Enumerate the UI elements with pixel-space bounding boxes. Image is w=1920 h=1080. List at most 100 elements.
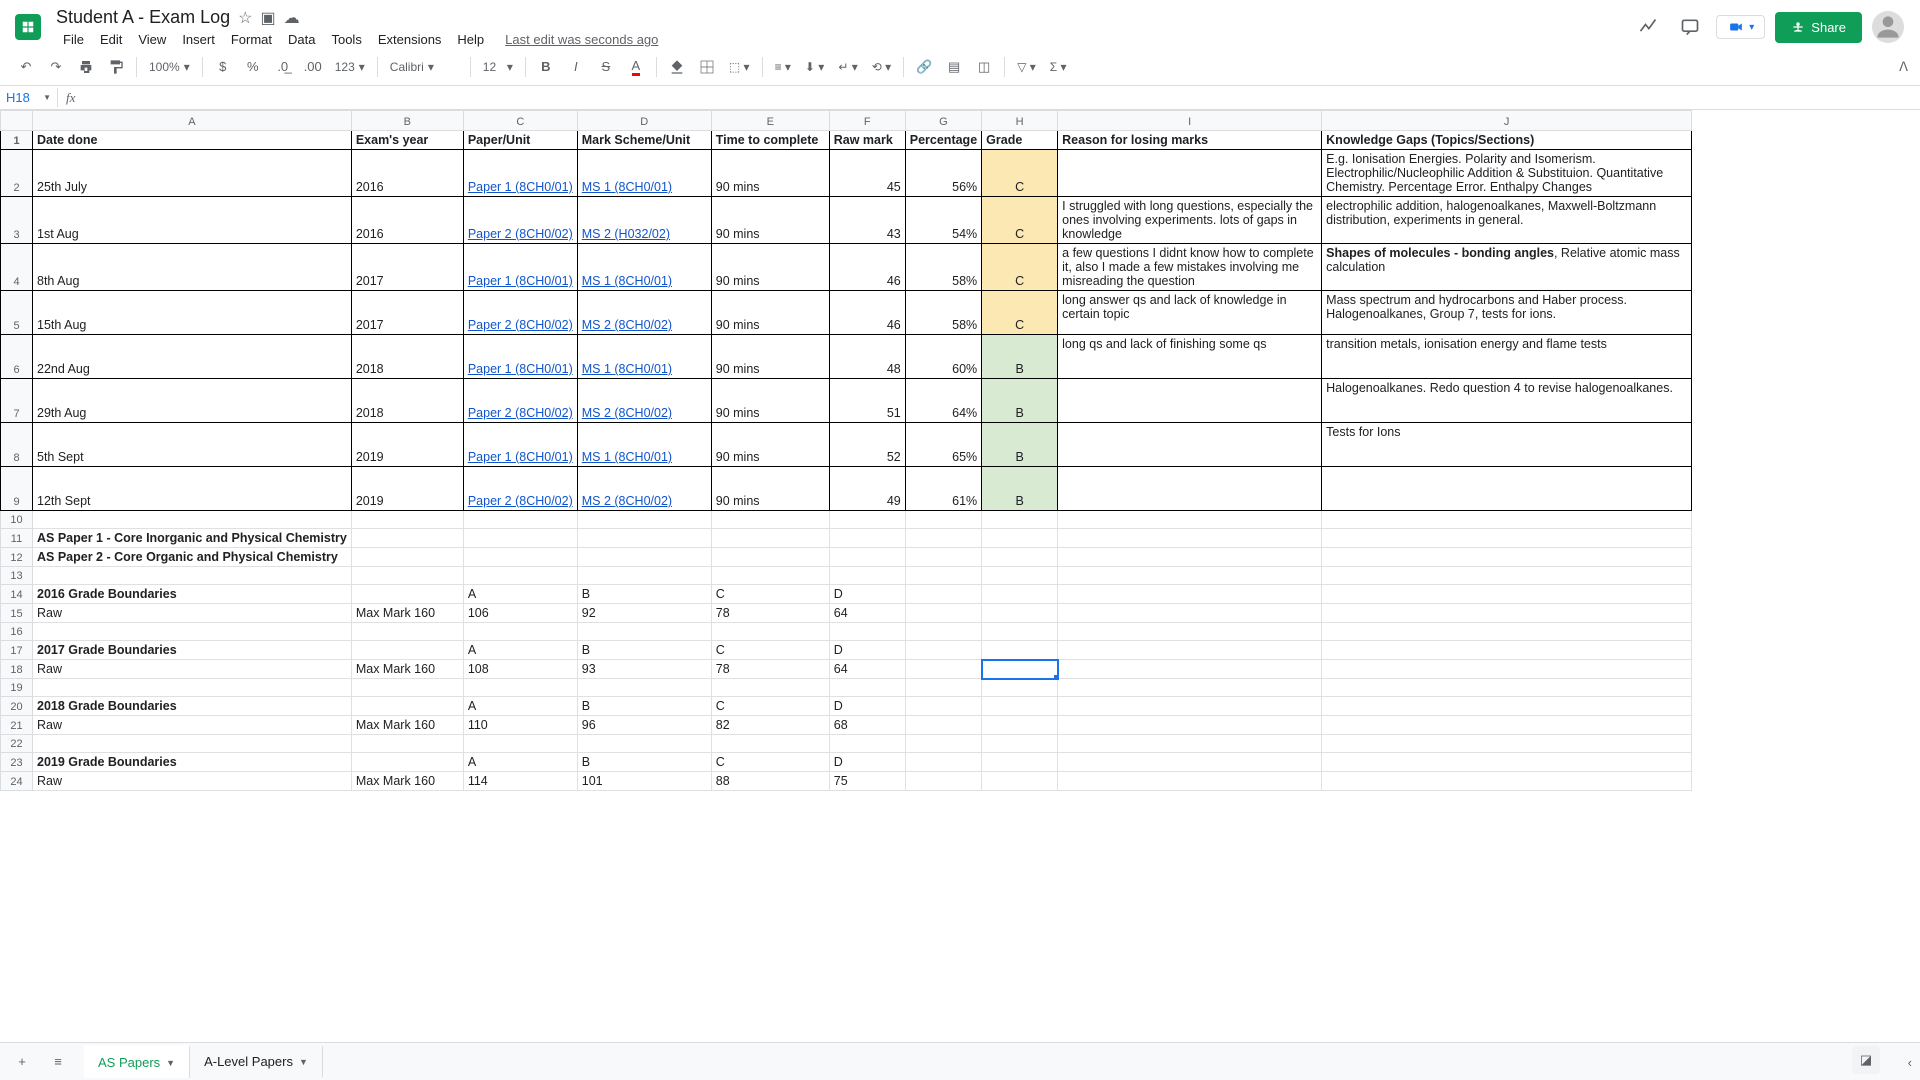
cell[interactable]: D xyxy=(829,641,905,660)
paper-link[interactable]: Paper 1 (8CH0/01) xyxy=(468,362,573,376)
cell[interactable]: Exam's year xyxy=(351,131,463,150)
merge-button[interactable]: ⬚ ▾ xyxy=(723,58,756,76)
row-header[interactable]: 19 xyxy=(1,679,33,697)
cell[interactable] xyxy=(1058,150,1322,197)
cell[interactable]: D xyxy=(829,753,905,772)
cell[interactable]: C xyxy=(982,291,1058,335)
cell[interactable]: A xyxy=(463,641,577,660)
cell[interactable]: MS 1 (8CH0/01) xyxy=(577,150,711,197)
row-header[interactable]: 13 xyxy=(1,567,33,585)
side-panel-toggle[interactable]: ‹ xyxy=(1908,1055,1912,1070)
row-header[interactable]: 4 xyxy=(1,244,33,291)
cloud-icon[interactable]: ☁ xyxy=(284,8,300,28)
cell[interactable]: MS 2 (8CH0/02) xyxy=(577,467,711,511)
cell[interactable]: B xyxy=(577,585,711,604)
cell[interactable]: 90 mins xyxy=(711,379,829,423)
cell[interactable]: Max Mark 160 xyxy=(351,716,463,735)
cell[interactable]: 2018 Grade Boundaries xyxy=(33,697,352,716)
cell[interactable]: Halogenoalkanes. Redo question 4 to revi… xyxy=(1322,379,1692,423)
text-color-button[interactable]: A xyxy=(622,53,650,81)
document-title[interactable]: Student A - Exam Log xyxy=(56,7,230,28)
ms-link[interactable]: MS 1 (8CH0/01) xyxy=(582,180,672,194)
cell[interactable]: 64% xyxy=(905,379,981,423)
cell[interactable]: 43 xyxy=(829,197,905,244)
cell[interactable]: 75 xyxy=(829,772,905,791)
row-header[interactable]: 2 xyxy=(1,150,33,197)
menu-extensions[interactable]: Extensions xyxy=(371,30,449,49)
cell[interactable]: 64 xyxy=(829,604,905,623)
name-box[interactable]: H18▼ xyxy=(0,88,58,107)
paper-link[interactable]: Paper 2 (8CH0/02) xyxy=(468,227,573,241)
col-header-c[interactable]: C xyxy=(463,111,577,131)
row-header[interactable]: 12 xyxy=(1,548,33,567)
cell[interactable]: 90 mins xyxy=(711,197,829,244)
cell[interactable]: B xyxy=(577,697,711,716)
cell[interactable]: B xyxy=(577,641,711,660)
cell[interactable]: A xyxy=(463,697,577,716)
cell[interactable]: 29th Aug xyxy=(33,379,352,423)
cell[interactable]: 48 xyxy=(829,335,905,379)
paper-link[interactable]: Paper 2 (8CH0/02) xyxy=(468,318,573,332)
cell[interactable]: C xyxy=(711,585,829,604)
filter-button[interactable]: ▽ ▾ xyxy=(1011,58,1042,76)
strike-button[interactable]: S xyxy=(592,53,620,81)
col-header-e[interactable]: E xyxy=(711,111,829,131)
row-header[interactable]: 11 xyxy=(1,529,33,548)
cell[interactable]: 2016 xyxy=(351,150,463,197)
formula-input[interactable] xyxy=(83,88,1920,107)
cell[interactable]: transition metals, ionisation energy and… xyxy=(1322,335,1692,379)
cell[interactable]: Raw mark xyxy=(829,131,905,150)
cell[interactable]: 56% xyxy=(905,150,981,197)
dec-decrease-button[interactable]: .0̲ xyxy=(269,53,297,81)
cell[interactable]: 78 xyxy=(711,604,829,623)
menu-file[interactable]: File xyxy=(56,30,91,49)
cell[interactable]: 93 xyxy=(577,660,711,679)
format-select[interactable]: 123▾ xyxy=(329,58,371,76)
cell[interactable]: 78 xyxy=(711,660,829,679)
zoom-select[interactable]: 100% ▾ xyxy=(143,58,196,76)
menu-format[interactable]: Format xyxy=(224,30,279,49)
collapse-toolbar-icon[interactable]: ᐱ xyxy=(1899,59,1908,75)
col-header-f[interactable]: F xyxy=(829,111,905,131)
rotate-button[interactable]: ⟲ ▾ xyxy=(866,58,897,76)
comments-icon[interactable] xyxy=(1674,11,1706,43)
cell[interactable]: Percentage xyxy=(905,131,981,150)
cell[interactable]: 45 xyxy=(829,150,905,197)
cell[interactable]: E.g. Ionisation Energies. Polarity and I… xyxy=(1322,150,1692,197)
borders-button[interactable] xyxy=(693,53,721,81)
cell[interactable] xyxy=(1058,467,1322,511)
col-header-g[interactable]: G xyxy=(905,111,981,131)
row-header[interactable]: 23 xyxy=(1,753,33,772)
cell[interactable]: Mass spectrum and hydrocarbons and Haber… xyxy=(1322,291,1692,335)
cell[interactable]: 108 xyxy=(463,660,577,679)
cell[interactable]: B xyxy=(982,423,1058,467)
cell[interactable]: 52 xyxy=(829,423,905,467)
account-avatar[interactable] xyxy=(1872,11,1904,43)
cell[interactable]: Tests for Ions xyxy=(1322,423,1692,467)
cell[interactable]: 88 xyxy=(711,772,829,791)
paper-link[interactable]: Paper 2 (8CH0/02) xyxy=(468,494,573,508)
col-header-b[interactable]: B xyxy=(351,111,463,131)
cell[interactable]: MS 1 (8CH0/01) xyxy=(577,335,711,379)
valign-button[interactable]: ⬇ ▾ xyxy=(799,58,830,76)
cell[interactable]: Max Mark 160 xyxy=(351,772,463,791)
cell[interactable]: Reason for losing marks xyxy=(1058,131,1322,150)
menu-view[interactable]: View xyxy=(131,30,173,49)
corner-select-all[interactable] xyxy=(1,111,33,131)
ms-link[interactable]: MS 2 (H032/02) xyxy=(582,227,670,241)
cell[interactable]: B xyxy=(577,753,711,772)
paper-link[interactable]: Paper 1 (8CH0/01) xyxy=(468,180,573,194)
paper-link[interactable]: Paper 1 (8CH0/01) xyxy=(468,274,573,288)
cell[interactable]: D xyxy=(829,697,905,716)
cell[interactable]: Paper 2 (8CH0/02) xyxy=(463,467,577,511)
row-header[interactable]: 21 xyxy=(1,716,33,735)
menu-edit[interactable]: Edit xyxy=(93,30,129,49)
cell[interactable]: AS Paper 1 - Core Inorganic and Physical… xyxy=(33,529,352,548)
cell[interactable]: 90 mins xyxy=(711,467,829,511)
cell[interactable]: 25th July xyxy=(33,150,352,197)
row-header[interactable]: 16 xyxy=(1,623,33,641)
cell[interactable]: Raw xyxy=(33,604,352,623)
cell[interactable]: 64 xyxy=(829,660,905,679)
tab-as-papers[interactable]: AS Papers▼ xyxy=(84,1045,190,1078)
font-select[interactable]: Calibri ▾ xyxy=(384,58,464,76)
